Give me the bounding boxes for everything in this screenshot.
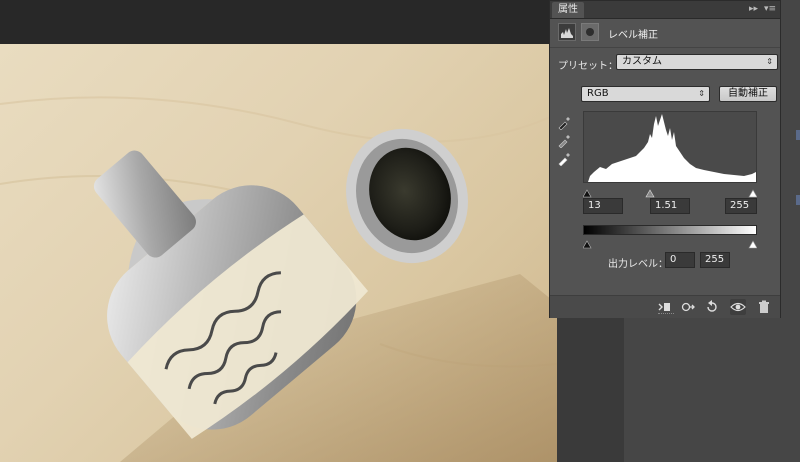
adjustment-header: レベル補正 — [550, 19, 780, 48]
document-canvas[interactable] — [0, 44, 557, 462]
photo-bottle — [0, 96, 557, 462]
input-gamma-field[interactable]: 1.51 — [650, 198, 690, 214]
output-levels-label: 出力レベル： — [608, 259, 668, 270]
histogram — [583, 111, 757, 183]
white-point-handle — [748, 189, 758, 198]
output-black-handle — [582, 240, 592, 249]
output-white-handle — [748, 240, 758, 249]
dropdown-arrow-icon: ⇕ — [698, 89, 705, 98]
midtone-handle — [645, 189, 655, 198]
output-gradient-bar — [583, 225, 757, 235]
mask-icon[interactable] — [581, 23, 599, 41]
properties-panel: 属性 ▸▸ ▾≡ レベル補正 プリセット： カスタム ⇕ RGB ⇕ 自動補正 — [549, 0, 781, 318]
collapse-panel-button[interactable]: ▸▸ — [749, 2, 758, 16]
panel-resize-grip[interactable] — [658, 313, 674, 316]
input-levels-slider[interactable] — [582, 183, 758, 198]
dock-edge-marker — [796, 195, 800, 205]
auto-button[interactable]: 自動補正 — [719, 86, 777, 102]
output-black-field[interactable]: 0 — [665, 252, 695, 268]
view-previous-state-icon[interactable] — [680, 299, 696, 315]
panel-menu-button[interactable]: ▾≡ — [764, 2, 776, 16]
black-eyedropper-icon[interactable] — [557, 115, 571, 131]
adjustment-title: レベル補正 — [608, 30, 658, 41]
preset-label: プリセット： — [558, 61, 618, 72]
channel-value: RGB — [587, 88, 609, 99]
input-black-field[interactable]: 13 — [583, 198, 623, 214]
levels-icon[interactable] — [558, 23, 576, 41]
output-levels-slider[interactable] — [582, 235, 758, 249]
panel-tab-bar: 属性 ▸▸ ▾≡ — [550, 1, 780, 19]
trash-icon[interactable] — [756, 299, 772, 315]
white-eyedropper-icon[interactable] — [557, 151, 571, 167]
preset-dropdown[interactable]: カスタム ⇕ — [616, 54, 778, 70]
visibility-eye-icon[interactable] — [730, 299, 746, 315]
output-white-field[interactable]: 255 — [700, 252, 730, 268]
input-white-field[interactable]: 255 — [725, 198, 757, 214]
gray-eyedropper-icon[interactable] — [557, 133, 571, 149]
workspace: 属性 ▸▸ ▾≡ レベル補正 プリセット： カスタム ⇕ RGB ⇕ 自動補正 — [0, 0, 800, 462]
reset-icon[interactable] — [704, 299, 720, 315]
histogram-shape — [588, 114, 756, 182]
dock-edge-marker — [796, 130, 800, 140]
dropdown-arrow-icon: ⇕ — [766, 57, 773, 66]
tab-properties[interactable]: 属性 — [552, 2, 584, 18]
channel-dropdown[interactable]: RGB ⇕ — [581, 86, 710, 102]
black-point-handle — [582, 189, 592, 198]
preset-value: カスタム — [622, 56, 662, 67]
